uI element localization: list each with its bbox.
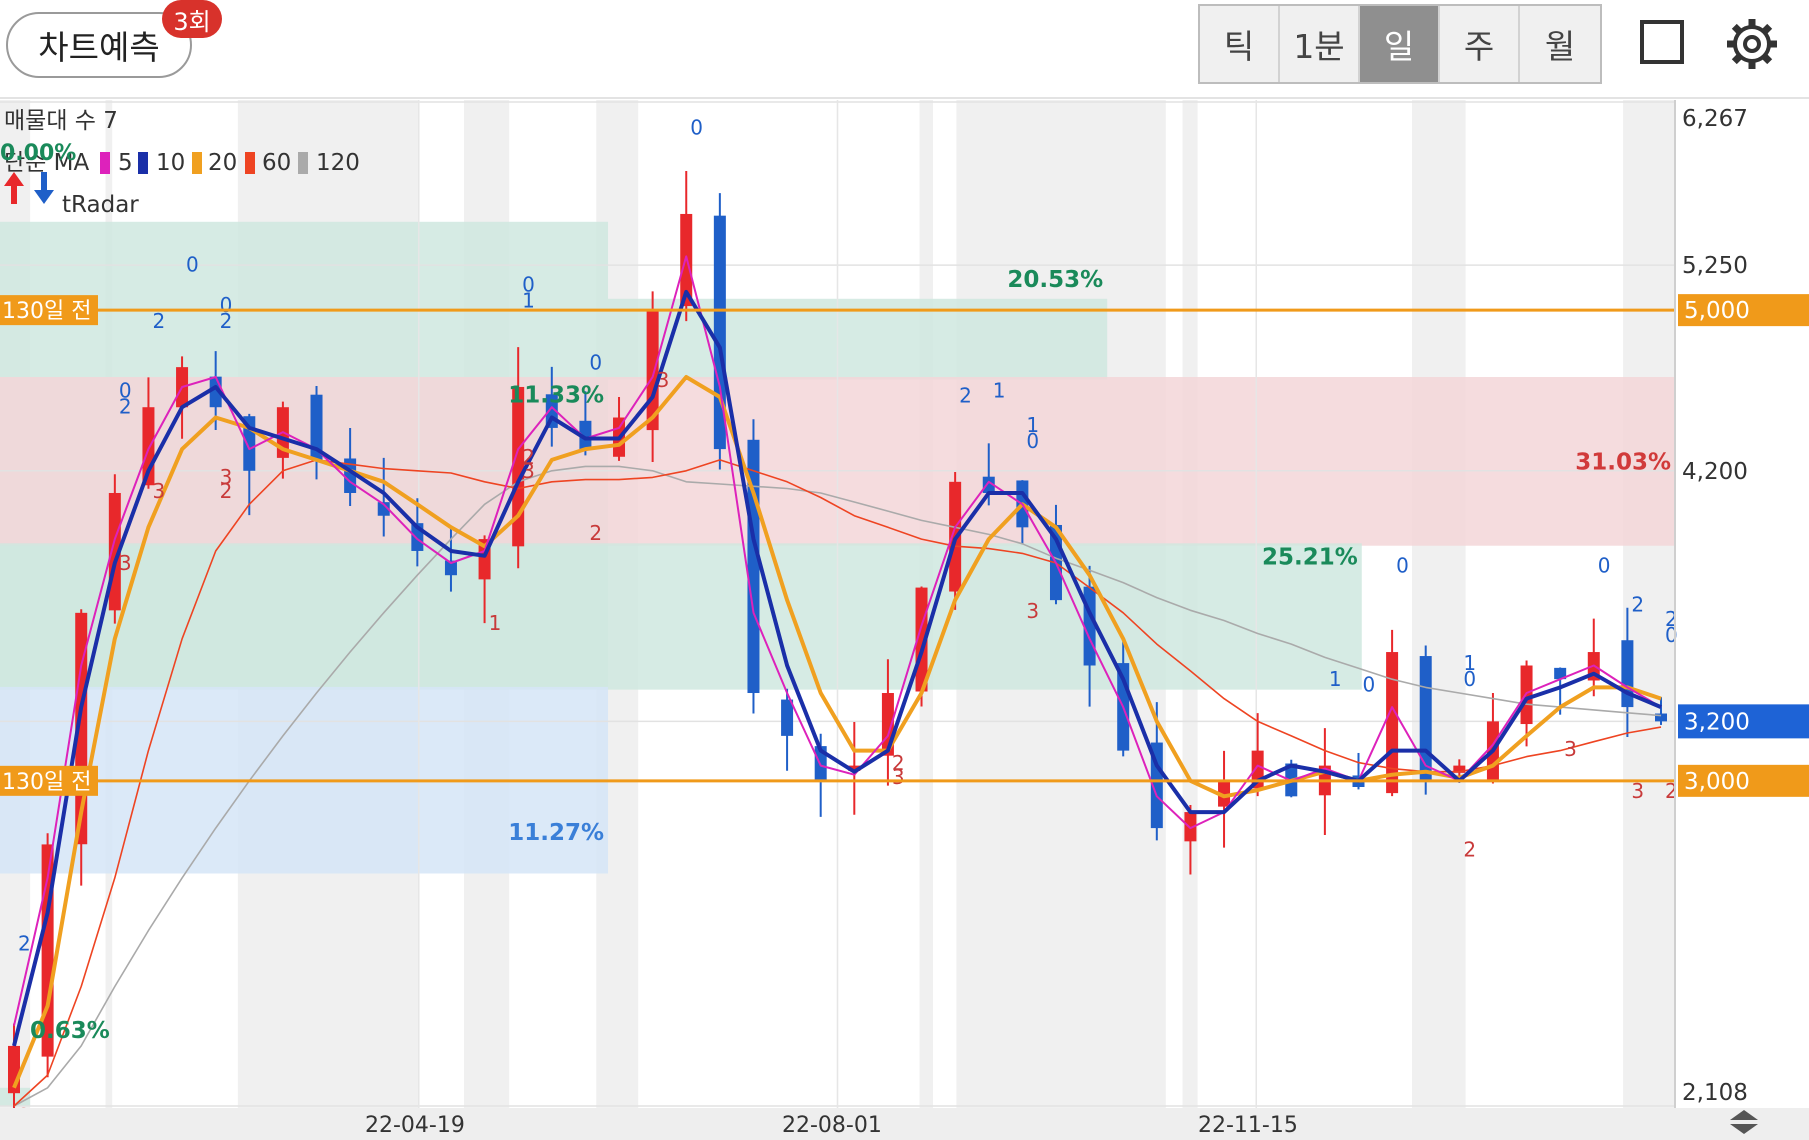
x-tick-label: 22-11-15 <box>1198 1113 1298 1138</box>
radar-percent: 0.00% <box>0 141 76 166</box>
signal-number: 3 <box>1631 779 1644 803</box>
tab-week[interactable]: 주 <box>1440 6 1520 82</box>
x-tick-label: 22-08-01 <box>782 1113 882 1138</box>
candle-body <box>1621 640 1634 708</box>
candle-body <box>1083 586 1096 666</box>
band-percent: 25.21% <box>1262 545 1358 571</box>
tab-tick[interactable]: 틱 <box>1200 6 1280 82</box>
current-price-tag: 3,200 <box>1678 704 1809 739</box>
candle-body <box>781 699 794 736</box>
signal-number: 0 <box>522 273 535 297</box>
signal-number: 0 <box>186 253 199 277</box>
level-caption: 130일 전 <box>2 770 91 795</box>
y-tick-label: 4,200 <box>1682 459 1748 485</box>
signal-number: 3 <box>1026 599 1039 623</box>
signal-number: 3 <box>657 368 670 392</box>
resize-icon[interactable] <box>1724 1108 1764 1136</box>
tab-month[interactable]: 월 <box>1520 6 1600 82</box>
ma120-swatch <box>298 152 308 174</box>
ma120-label: 120 <box>316 150 360 176</box>
chart-predict-label: 차트예측 <box>38 28 160 67</box>
ma10-label: 10 <box>156 150 185 176</box>
signal-number: 2 <box>589 521 602 545</box>
gear-icon[interactable] <box>1724 16 1780 72</box>
top-toolbar: 차트예측 3회 틱 1분 일 주 월 <box>0 0 1809 99</box>
square-icon[interactable] <box>1640 20 1684 64</box>
signal-number: 3 <box>152 479 165 503</box>
shade-strip <box>1412 100 1466 1108</box>
signal-number: 1 <box>1329 667 1342 691</box>
signal-number: 3 <box>892 765 905 789</box>
level-tag-3000: 3,000 <box>1678 764 1809 797</box>
svg-text:5,000: 5,000 <box>1684 298 1750 324</box>
band-percent: 31.03% <box>1575 449 1671 475</box>
signal-number: 0 <box>220 293 233 317</box>
signal-number: 0 <box>119 379 132 403</box>
signal-number: 2 <box>1463 837 1476 861</box>
predict-count-badge: 3회 <box>162 0 222 38</box>
signal-number: 2 <box>959 383 972 407</box>
signal-number: 0 <box>1598 554 1611 578</box>
signal-number: 1 <box>993 379 1006 403</box>
ma60-label: 60 <box>262 150 291 176</box>
level-caption: 130일 전 <box>2 299 91 324</box>
x-tick-label: 22-04-19 <box>365 1113 465 1138</box>
band-percent: 0.63% <box>30 1018 110 1044</box>
signal-number: 3 <box>119 551 132 575</box>
y-tick-label: 2,108 <box>1682 1080 1748 1106</box>
tab-day[interactable]: 일 <box>1360 6 1440 82</box>
ma10-swatch <box>138 152 148 174</box>
candlestick-chart[interactable]: 202020333210032231012103231 00102320203 22… <box>0 100 1809 1140</box>
period-tabs: 틱 1분 일 주 월 <box>1198 4 1602 84</box>
y-tick-label: 6,267 <box>1682 106 1748 132</box>
svg-text:3,000: 3,000 <box>1684 769 1750 795</box>
signal-number: 2 <box>1631 593 1644 617</box>
band-percent: 11.27% <box>508 820 604 846</box>
signal-number: 0 <box>1463 667 1476 691</box>
signal-number: 0 <box>1396 554 1409 578</box>
candle-body <box>1419 656 1432 781</box>
signal-number: 2 <box>522 445 535 469</box>
y-axis: 6,267 5,250 4,200 2,108 <box>1682 106 1748 1106</box>
candle-body <box>1386 652 1399 794</box>
svg-text:3,200: 3,200 <box>1684 709 1750 735</box>
band-percent: 11.33% <box>508 382 604 408</box>
ma60-swatch <box>245 152 255 174</box>
ma5-swatch <box>100 152 110 174</box>
signal-number: 0 <box>589 351 602 375</box>
signal-number: 0 <box>1362 673 1375 697</box>
level-tag-5000: 5,000 <box>1678 294 1809 327</box>
tradar-label: tRadar <box>62 192 139 218</box>
signal-number: 1 <box>489 611 502 635</box>
signal-number: 2 <box>220 479 233 503</box>
band-percent: 20.53% <box>1007 267 1103 293</box>
ma5-label: 5 <box>118 150 133 176</box>
signal-number: 0 <box>1026 429 1039 453</box>
ma20-label: 20 <box>208 150 237 176</box>
x-axis-background <box>0 1108 1809 1140</box>
volume-band <box>0 543 1362 690</box>
volume-profile-label: 매물대 수 7 <box>4 108 118 134</box>
signal-number: 3 <box>1564 737 1577 761</box>
signal-number: 2 <box>152 309 165 333</box>
signal-number: 2 <box>18 932 31 956</box>
ma20-swatch <box>192 152 202 174</box>
y-tick-label: 5,250 <box>1682 253 1748 279</box>
signal-number: 0 <box>690 116 703 140</box>
tab-1min[interactable]: 1분 <box>1280 6 1360 82</box>
